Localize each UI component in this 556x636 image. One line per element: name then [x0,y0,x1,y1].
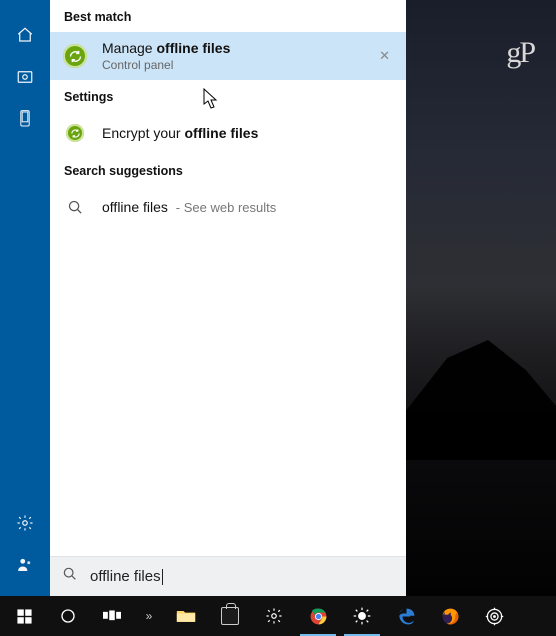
group-best-match: Best match [50,0,406,32]
file-explorer-button[interactable] [164,596,208,636]
result-title-bold: offline files [156,40,230,56]
start-sidebar [0,0,50,596]
edge-button[interactable] [384,596,428,636]
device-icon[interactable] [0,98,50,140]
result-web-search[interactable]: offline files - See web results [50,186,406,228]
result-manage-offline-files[interactable]: Manage offline files Control panel ✕ [50,32,406,80]
result-subtitle: Control panel [102,58,230,72]
store-button[interactable] [208,596,252,636]
result-title-prefix: Encrypt your [102,125,184,141]
result-title-bold: offline files [184,125,258,141]
result-title-prefix: Manage [102,40,156,56]
task-view-button[interactable] [90,596,134,636]
search-panel: Best match Manage offline files Control … [50,0,406,596]
result-title: Encrypt your offline files [102,125,258,141]
search-icon [62,194,88,220]
photo-icon[interactable] [0,56,50,98]
wallpaper-hill [405,340,556,460]
search-icon [62,566,78,587]
result-title: Manage offline files [102,40,230,56]
result-title: offline files - See web results [102,199,276,215]
search-input[interactable]: offline files [50,556,406,596]
taskbar-overflow-icon[interactable]: » [134,596,164,636]
group-settings: Settings [50,80,406,112]
taskbar: » [0,596,556,636]
cortana-button[interactable] [46,596,90,636]
result-hint: - See web results [176,200,276,215]
settings-button[interactable] [252,596,296,636]
text-caret [162,569,163,585]
brightness-button[interactable] [340,596,384,636]
search-value: offline files [90,568,161,585]
result-encrypt-offline-files[interactable]: Encrypt your offline files [50,112,406,154]
user-icon[interactable] [0,544,50,586]
start-button[interactable] [2,596,46,636]
settings-gear-icon[interactable] [0,502,50,544]
result-query: offline files [102,199,168,215]
target-app-button[interactable] [472,596,516,636]
sync-icon [62,120,88,146]
watermark-logo: gP [506,36,534,70]
close-icon[interactable]: ✕ [379,48,390,64]
sync-icon [62,43,88,69]
firefox-button[interactable] [428,596,472,636]
group-search-suggestions: Search suggestions [50,154,406,186]
home-icon[interactable] [0,14,50,56]
chrome-button[interactable] [296,596,340,636]
